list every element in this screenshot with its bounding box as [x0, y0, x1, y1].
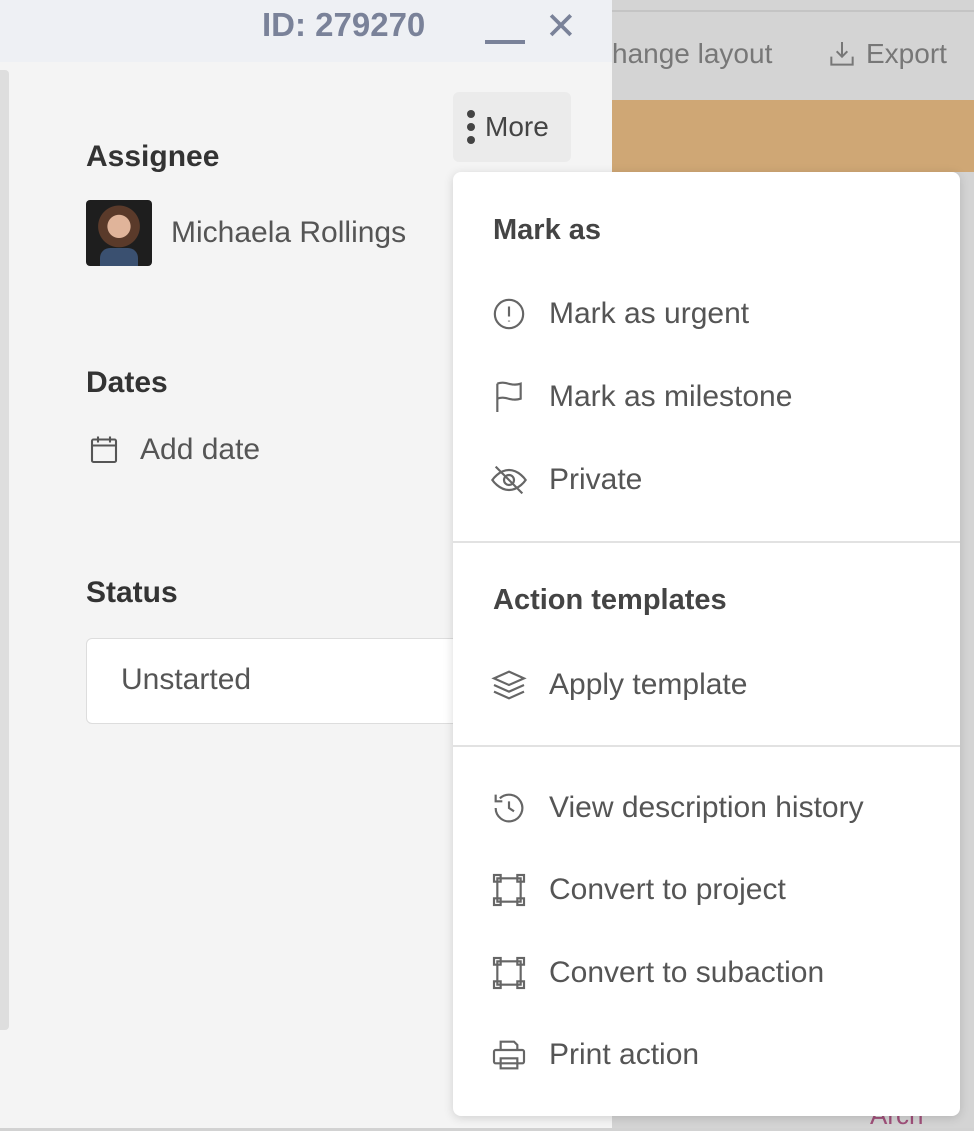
calendar-icon — [90, 436, 118, 464]
panel-header: ID: 279270 ✕ — [0, 0, 612, 62]
menu-item-label: Print action — [549, 1038, 700, 1071]
export-label: Export — [866, 38, 947, 69]
add-date-label: Add date — [140, 433, 261, 466]
section-title-action-templates: Action templates — [493, 584, 727, 616]
printer-icon — [492, 1040, 526, 1070]
history-icon — [494, 793, 524, 823]
frame-icon — [492, 873, 526, 907]
change-layout-button[interactable]: hange layout — [612, 38, 772, 70]
menu-item-view-description-history[interactable]: View description history — [489, 788, 864, 828]
avatar — [86, 200, 152, 266]
more-label: More — [485, 111, 549, 142]
status-select[interactable]: Unstarted — [86, 638, 466, 724]
status-heading: Status — [86, 576, 178, 609]
assignee-name[interactable]: Michaela Rollings — [171, 216, 406, 250]
menu-item-label: Mark as milestone — [549, 380, 793, 413]
more-vertical-icon — [467, 110, 475, 144]
alert-circle-icon — [493, 298, 525, 330]
menu-item-convert-to-subaction[interactable]: Convert to subaction — [489, 953, 824, 993]
menu-item-label: Mark as urgent — [549, 297, 750, 330]
menu-item-mark-urgent[interactable]: Mark as urgent — [489, 294, 749, 334]
export-icon — [830, 42, 854, 66]
more-menu: Mark as Mark as urgent Mark as milestone… — [453, 172, 960, 1116]
export-button[interactable]: Export — [826, 38, 947, 70]
menu-divider — [453, 541, 960, 543]
menu-item-convert-to-project[interactable]: Convert to project — [489, 870, 786, 910]
menu-item-print-action[interactable]: Print action — [489, 1035, 699, 1075]
frame-icon — [492, 956, 526, 990]
menu-item-label: Convert to project — [549, 873, 786, 906]
menu-item-label: Convert to subaction — [549, 956, 825, 989]
layers-icon — [491, 670, 527, 700]
menu-divider — [453, 745, 960, 747]
change-layout-label: hange layout — [612, 38, 773, 69]
close-button[interactable]: ✕ — [545, 4, 577, 49]
minimize-button[interactable] — [485, 14, 525, 44]
eye-off-icon — [491, 465, 527, 495]
close-icon: ✕ — [545, 6, 577, 48]
flag-icon — [496, 381, 522, 412]
dates-heading: Dates — [86, 366, 168, 399]
menu-item-private[interactable]: Private — [489, 460, 642, 500]
menu-item-label: View description history — [549, 791, 864, 824]
more-button[interactable]: More — [453, 92, 571, 162]
section-title-mark-as: Mark as — [493, 214, 602, 246]
scroll-edge — [0, 70, 9, 1030]
menu-item-label: Private — [549, 463, 643, 496]
menu-item-apply-template[interactable]: Apply template — [489, 665, 747, 705]
menu-item-mark-milestone[interactable]: Mark as milestone — [489, 377, 792, 417]
divider — [612, 10, 974, 12]
add-date-button[interactable]: Add date — [86, 432, 260, 468]
banner — [612, 100, 974, 172]
menu-item-label: Apply template — [549, 668, 748, 701]
action-id: ID: 279270 — [262, 6, 426, 43]
assignee-heading: Assignee — [86, 140, 220, 173]
